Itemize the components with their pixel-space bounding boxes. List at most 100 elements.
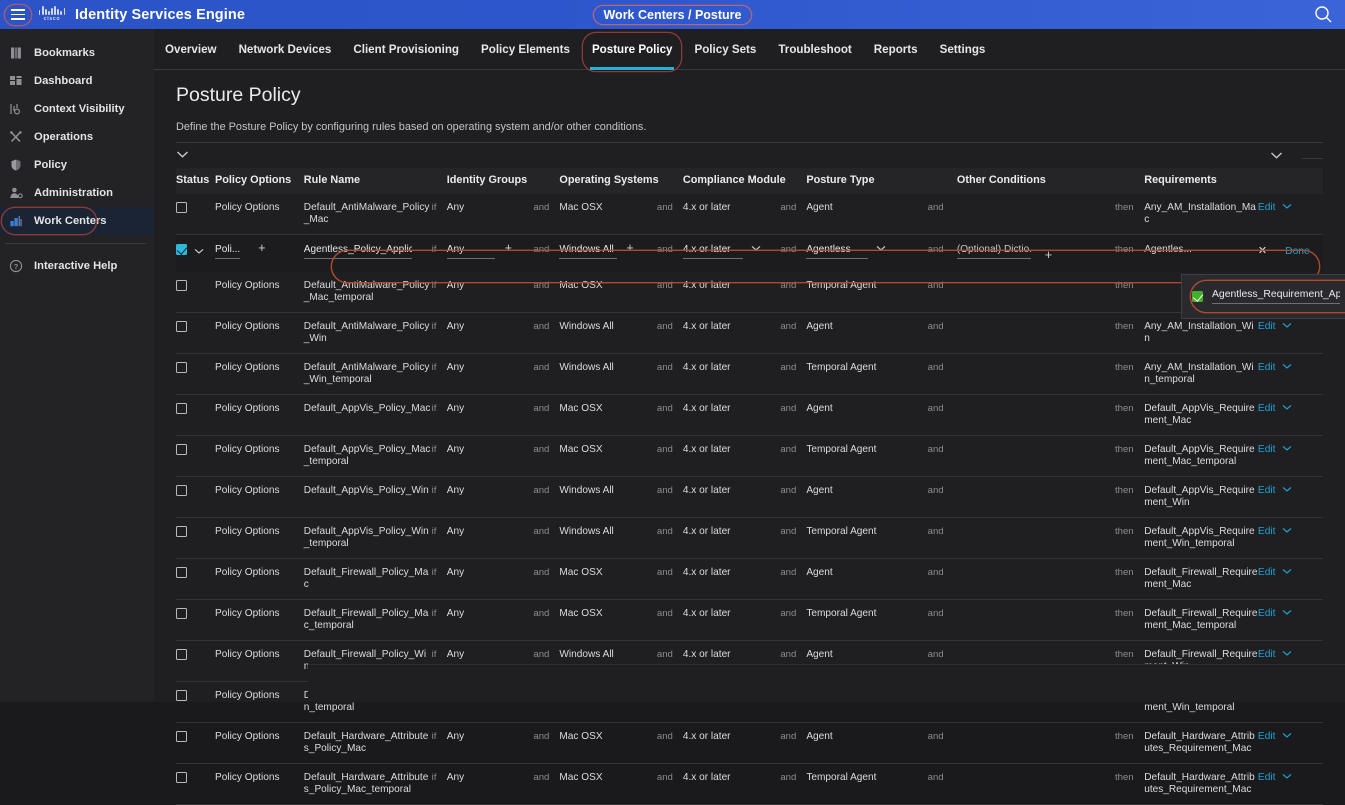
cell-other-conditions[interactable]: (Optional) Dictio... + xyxy=(956,234,1115,272)
table-row[interactable]: Policy Options Default_AppVis_Policy_Win i… xyxy=(176,476,1323,518)
chevron-down-icon[interactable] xyxy=(1282,203,1292,212)
tab-posture-policy[interactable]: Posture Policy xyxy=(581,29,684,70)
edit-button[interactable]: Edit xyxy=(1258,202,1276,213)
cell-policy-options[interactable]: Policy Options xyxy=(214,476,304,518)
cell-policy-options[interactable]: Policy Options xyxy=(214,681,304,723)
add-policy-option-plus-icon[interactable]: + xyxy=(258,241,265,255)
chevron-down-icon[interactable] xyxy=(1282,527,1292,536)
cell-policy-options[interactable]: Policy Options xyxy=(214,272,304,313)
cell-policy-options[interactable]: Policy Options xyxy=(214,558,304,600)
chevron-down-icon[interactable] xyxy=(1282,732,1292,741)
edit-button[interactable]: Edit xyxy=(1258,608,1276,619)
add-identity-group-plus-icon[interactable]: + xyxy=(505,241,512,255)
table-row[interactable]: Policy Options Default_Firewall_Policy_Ma… xyxy=(176,558,1323,600)
row-checkbox[interactable] xyxy=(176,526,187,537)
edit-button[interactable]: Edit xyxy=(1258,362,1276,373)
table-row[interactable]: Policy Options Default_AppVis_Policy_Mac i… xyxy=(176,394,1323,436)
sidebar-item-bookmarks[interactable]: Bookmarks xyxy=(0,39,154,67)
cell-compliance-module[interactable]: 4.x or later xyxy=(682,234,781,272)
done-button[interactable]: Done xyxy=(1285,246,1310,257)
row-checkbox[interactable] xyxy=(176,567,187,578)
row-checkbox[interactable] xyxy=(176,772,187,783)
table-row[interactable]: Policy Options Default_Hardware_Attribute… xyxy=(176,763,1323,805)
edit-button[interactable]: Edit xyxy=(1258,649,1276,660)
row-checkbox[interactable] xyxy=(176,731,187,742)
row-checkbox[interactable] xyxy=(176,608,187,619)
cell-identity-groups[interactable]: Any + xyxy=(446,234,534,272)
sidebar-item-operations[interactable]: Operations xyxy=(0,123,154,151)
row-checkbox[interactable] xyxy=(176,690,187,701)
chevron-down-icon[interactable] xyxy=(1282,404,1292,413)
edit-button[interactable]: Edit xyxy=(1258,444,1276,455)
row-checkbox[interactable] xyxy=(176,649,187,660)
edit-button[interactable]: Edit xyxy=(1258,731,1276,742)
edit-button[interactable]: Edit xyxy=(1258,526,1276,537)
cell-operating-systems[interactable]: Windows All + xyxy=(559,234,657,272)
table-row[interactable]: Poli... + Agentless_Policy_Applicatio ifAny… xyxy=(176,234,1323,272)
cell-policy-options[interactable]: Policy Options xyxy=(214,640,304,682)
chevron-down-icon[interactable] xyxy=(1282,773,1292,782)
chevron-down-icon[interactable] xyxy=(1282,445,1292,454)
edit-button[interactable]: Edit xyxy=(1258,772,1276,783)
table-row[interactable]: Policy Options Default_Hardware_Attribute… xyxy=(176,722,1323,764)
tab-troubleshoot[interactable]: Troubleshoot xyxy=(767,29,862,70)
requirement-checkbox[interactable] xyxy=(1192,291,1203,302)
sidebar-item-interactive-help[interactable]: ? Interactive Help xyxy=(0,252,154,280)
cell-policy-options[interactable]: Policy Options xyxy=(214,312,304,354)
cell-policy-options[interactable]: Policy Options xyxy=(214,517,304,559)
table-row[interactable]: Policy Options Default_AntiMalware_Policy… xyxy=(176,353,1323,395)
row-checkbox[interactable] xyxy=(176,485,187,496)
cell-policy-options[interactable]: Policy Options xyxy=(214,353,304,395)
sidebar-item-context-visibility[interactable]: Context Visibility xyxy=(0,95,154,123)
row-checkbox[interactable] xyxy=(176,280,187,291)
collapse-all-chevron-down-icon[interactable] xyxy=(176,146,189,164)
table-row[interactable]: Policy Options Default_AntiMalware_Policy… xyxy=(176,312,1323,354)
tab-reports[interactable]: Reports xyxy=(863,29,929,70)
row-checkbox[interactable] xyxy=(176,403,187,414)
add-os-plus-icon[interactable]: + xyxy=(626,241,633,255)
tab-settings[interactable]: Settings xyxy=(929,29,997,70)
expand-panel-chevron-down-icon[interactable] xyxy=(1270,147,1283,165)
table-row[interactable]: Policy Options Default_AppVis_Policy_Win_… xyxy=(176,517,1323,559)
cell-policy-options[interactable]: Policy Options xyxy=(214,435,304,477)
cell-policy-options[interactable]: Policy Options xyxy=(214,599,304,641)
chevron-down-icon[interactable] xyxy=(1282,486,1292,495)
chevron-down-icon[interactable] xyxy=(1282,650,1292,659)
chevron-down-icon[interactable] xyxy=(1282,609,1292,618)
table-row[interactable]: Policy Options Default_AntiMalware_Policy… xyxy=(176,272,1323,313)
row-checkbox[interactable] xyxy=(176,244,187,255)
tab-network-devices[interactable]: Network Devices xyxy=(228,29,343,70)
row-checkbox[interactable] xyxy=(176,444,187,455)
cell-policy-options[interactable]: Policy Options xyxy=(214,722,304,764)
edit-button[interactable]: Edit xyxy=(1258,403,1276,414)
row-checkbox[interactable] xyxy=(176,321,187,332)
row-checkbox[interactable] xyxy=(176,202,187,213)
sidebar-item-dashboard[interactable]: Dashboard xyxy=(0,67,154,95)
tab-overview[interactable]: Overview xyxy=(154,29,228,70)
row-checkbox[interactable] xyxy=(176,362,187,373)
tab-client-provisioning[interactable]: Client Provisioning xyxy=(342,29,470,70)
close-x-icon[interactable]: ✕ xyxy=(1258,245,1267,257)
sidebar-item-administration[interactable]: Administration xyxy=(0,179,154,207)
cell-rule-name[interactable]: Agentless_Policy_Applicatio xyxy=(303,234,432,272)
requirement-value[interactable]: Agentless_Requirement_Appli xyxy=(1212,289,1340,304)
cell-policy-options[interactable]: Poli... + xyxy=(214,234,304,272)
chevron-down-icon[interactable] xyxy=(1282,322,1292,331)
table-row[interactable]: Policy Options Default_AntiMalware_Policy… xyxy=(176,194,1323,235)
sidebar-item-policy[interactable]: Policy xyxy=(0,151,154,179)
chevron-down-icon[interactable] xyxy=(1282,568,1292,577)
row-expand-chevron-down-icon[interactable] xyxy=(194,248,204,257)
cell-policy-options[interactable]: Policy Options xyxy=(214,394,304,436)
edit-button[interactable]: Edit xyxy=(1258,321,1276,332)
chevron-down-icon[interactable] xyxy=(876,245,886,254)
sidebar-item-work-centers[interactable]: Work Centers xyxy=(0,207,154,235)
chevron-down-icon[interactable] xyxy=(751,245,761,254)
edit-button[interactable]: Edit xyxy=(1258,567,1276,578)
hamburger-menu-icon[interactable] xyxy=(5,5,31,25)
add-other-condition-plus-icon[interactable]: + xyxy=(1045,248,1052,262)
cell-posture-type[interactable]: Agentless xyxy=(806,234,928,272)
cell-policy-options[interactable]: Policy Options xyxy=(214,194,304,235)
table-row[interactable]: Policy Options Default_AppVis_Policy_Mac_… xyxy=(176,435,1323,477)
table-row[interactable]: Policy Options Default_Firewall_Policy_Ma… xyxy=(176,599,1323,641)
tab-policy-sets[interactable]: Policy Sets xyxy=(683,29,767,70)
